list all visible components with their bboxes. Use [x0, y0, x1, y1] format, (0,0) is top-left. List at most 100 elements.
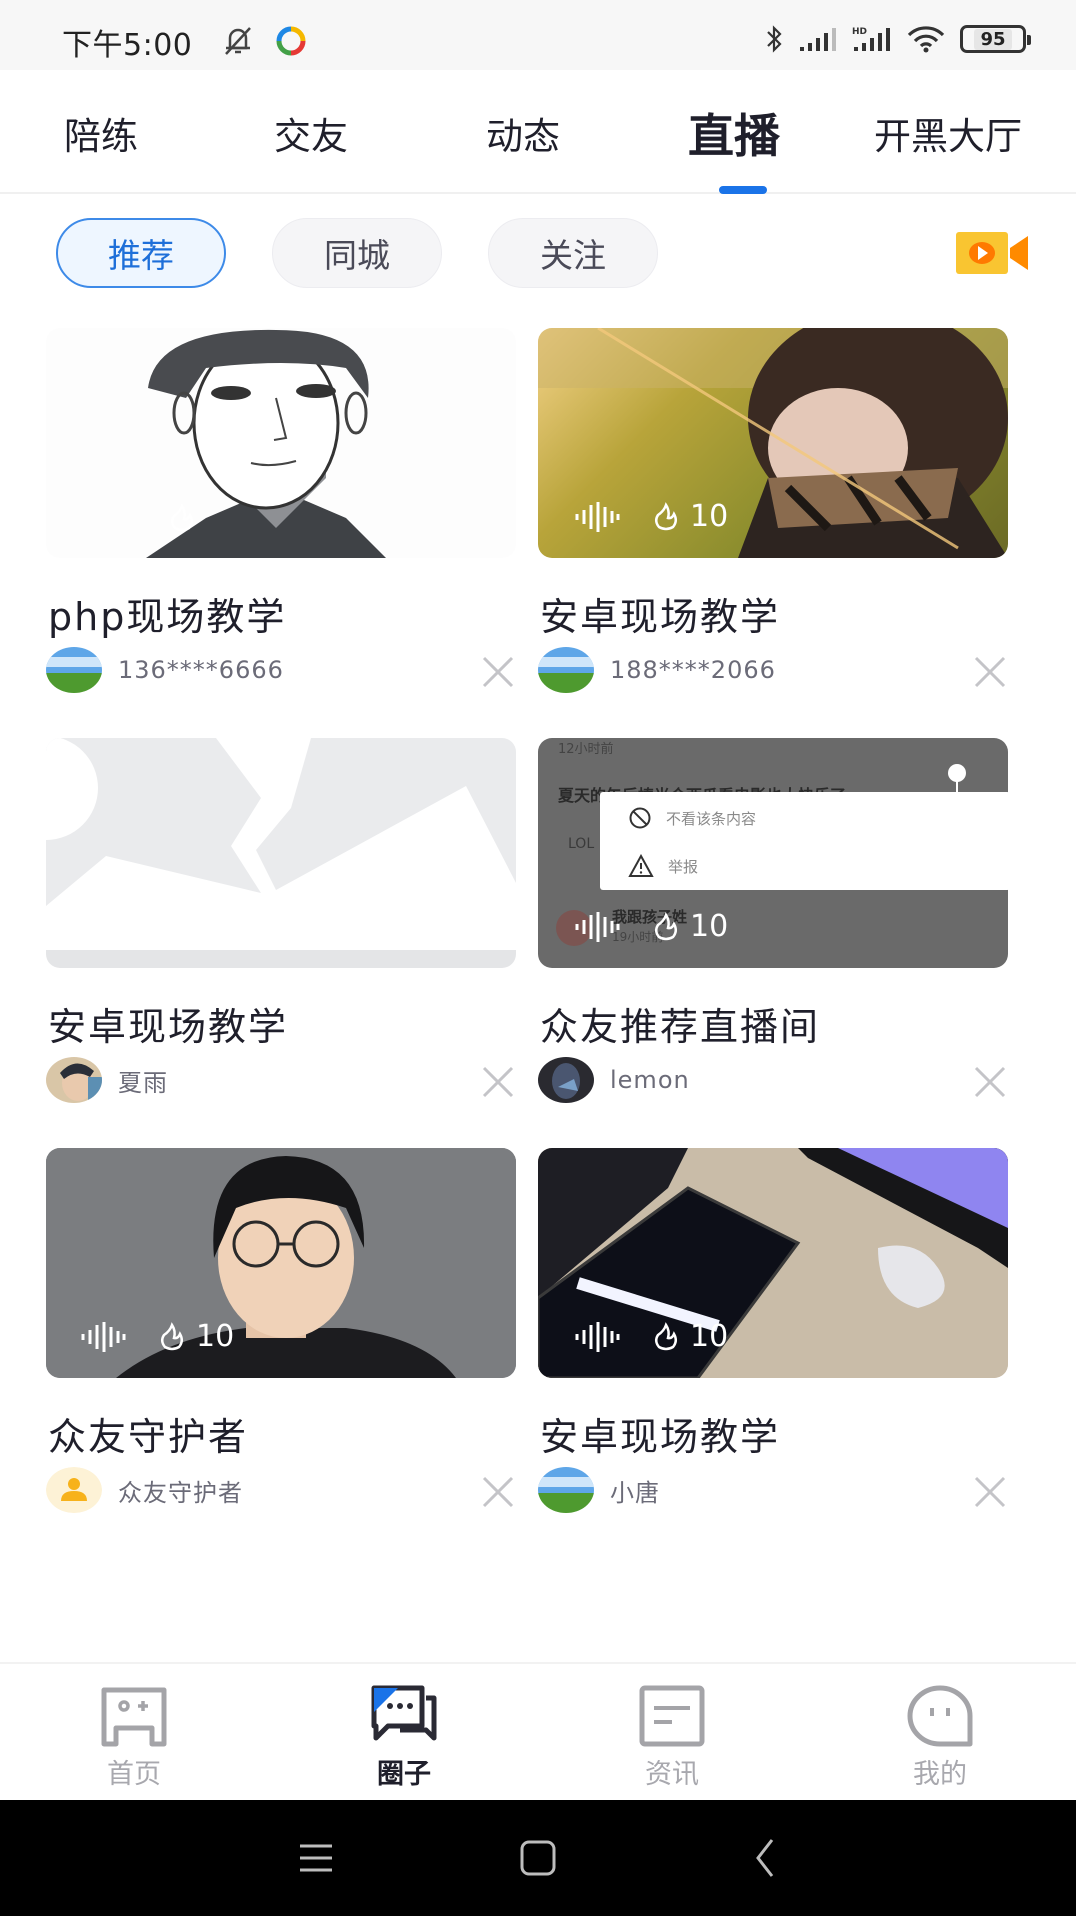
thumb-overlay — [82, 502, 198, 534]
live-card[interactable]: 安卓现场教学 夏雨 — [46, 738, 516, 1108]
author-name[interactable]: 188****2066 — [610, 656, 776, 684]
author-name[interactable]: 众友守护者 — [118, 1473, 243, 1508]
fire-icon — [161, 1321, 183, 1350]
nav-label: 我的 — [913, 1759, 967, 1790]
fire-icon — [655, 1321, 677, 1350]
news-icon — [639, 1685, 705, 1747]
nav-news[interactable]: 资讯 — [612, 1682, 732, 1792]
live-streaming-screen: 下午5:00 HD 95 陪练 交友 动态 直播 开黑大厅 推荐 同城 关注 p… — [0, 0, 1076, 1916]
filter-chips: 推荐 同城 关注 — [0, 218, 1076, 288]
heat-count: 10 — [156, 1319, 234, 1354]
dismiss-close-icon[interactable] — [480, 654, 516, 690]
card-title[interactable]: 安卓现场教学 — [540, 1406, 780, 1461]
menu-item-hide[interactable]: 不看该条内容 — [628, 806, 756, 830]
card-title[interactable]: php现场教学 — [48, 586, 286, 641]
fire-icon — [655, 911, 677, 940]
video-camera-icon[interactable] — [954, 228, 1030, 278]
nav-profile[interactable]: 我的 — [880, 1682, 1000, 1792]
status-bar: 下午5:00 HD 95 — [0, 0, 1076, 70]
dismiss-close-icon[interactable] — [972, 654, 1008, 690]
heat-count: 10 — [650, 909, 728, 944]
card-thumbnail[interactable]: 10 — [46, 1148, 516, 1378]
live-card[interactable]: 10 安卓现场教学 小唐 — [538, 1148, 1008, 1518]
author-name[interactable]: 夏雨 — [118, 1063, 168, 1098]
author-avatar[interactable] — [46, 1057, 102, 1103]
heat-value: 10 — [690, 1319, 729, 1354]
chip-following[interactable]: 关注 — [488, 218, 658, 288]
nav-circle[interactable]: 圈子 — [344, 1682, 464, 1792]
author-avatar[interactable] — [538, 1467, 594, 1513]
nav-label: 圈子 — [377, 1759, 431, 1790]
card-thumbnail[interactable]: 10 — [538, 1148, 1008, 1378]
dismiss-close-icon[interactable] — [972, 1474, 1008, 1510]
default-user-avatar[interactable] — [46, 1467, 102, 1513]
tab-dongtai[interactable]: 动态 — [486, 106, 560, 160]
card-thumbnail[interactable] — [46, 738, 516, 968]
live-card[interactable]: 10 众友守护者 众友守护者 — [46, 1148, 516, 1518]
author-avatar[interactable] — [46, 647, 102, 693]
card-meta: 众友守护者 — [46, 1464, 516, 1516]
nav-label: 首页 — [107, 1759, 161, 1790]
card-title[interactable]: 安卓现场教学 — [540, 586, 780, 641]
live-card[interactable]: 12小时前 夏天的午后捧光合西瓜看电影也大快乐了 LOL 不看该条内容 举报 我… — [538, 738, 1008, 1108]
dismiss-close-icon[interactable] — [480, 1474, 516, 1510]
nav-label: 资讯 — [645, 1759, 699, 1790]
live-card[interactable]: php现场教学 136****6666 — [46, 328, 516, 698]
card-title[interactable]: 众友推荐直播间 — [540, 996, 820, 1051]
author-name[interactable]: 136****6666 — [118, 656, 284, 684]
author-name[interactable]: 小唐 — [610, 1473, 660, 1508]
author-name[interactable]: lemon — [610, 1066, 690, 1094]
bluetooth-icon — [767, 25, 782, 53]
heat-count: 10 — [650, 1319, 728, 1354]
dismiss-close-icon[interactable] — [480, 1064, 516, 1100]
wifi-icon — [907, 26, 945, 53]
tab-kaihei-hall[interactable]: 开黑大厅 — [874, 106, 1022, 160]
heat-value: 10 — [690, 909, 729, 944]
thumb-overlay: 10 — [574, 499, 728, 534]
context-menu-popup: 不看该条内容 举报 — [600, 792, 1008, 890]
audio-wave-icon — [575, 911, 620, 942]
system-nav-bar — [0, 1800, 1076, 1916]
gamepad-icon — [101, 1687, 167, 1747]
thumb-overlay: 10 — [574, 909, 728, 944]
menu-icon[interactable] — [294, 1836, 338, 1880]
card-thumbnail[interactable]: 10 — [538, 328, 1008, 558]
audio-wave-icon — [575, 1321, 620, 1352]
author-avatar[interactable] — [538, 647, 594, 693]
hd-signal-icon: HD — [852, 27, 890, 51]
card-title[interactable]: 安卓现场教学 — [48, 996, 288, 1051]
heat-value: 10 — [690, 499, 729, 534]
thumb-overlay: 10 — [574, 1319, 728, 1354]
fire-icon — [655, 501, 677, 530]
menu-item-report[interactable]: 举报 — [628, 854, 698, 878]
top-tab-bar: 陪练 交友 动态 直播 开黑大厅 — [0, 70, 1076, 194]
tab-peilian[interactable]: 陪练 — [64, 106, 138, 160]
home-icon[interactable] — [516, 1836, 560, 1880]
card-meta: 夏雨 — [46, 1054, 516, 1106]
card-title[interactable]: 众友守护者 — [48, 1406, 248, 1461]
chat-bubbles-icon — [371, 1685, 437, 1741]
battery-level: 95 — [974, 28, 1012, 50]
placeholder-image-icon — [46, 738, 516, 968]
card-thumbnail[interactable]: 12小时前 夏天的午后捧光合西瓜看电影也大快乐了 LOL 不看该条内容 举报 我… — [538, 738, 1008, 968]
svg-text:HD: HD — [852, 27, 867, 37]
signal-icon — [800, 28, 836, 51]
thumb-post-time: 12小时前 — [558, 742, 614, 757]
author-avatar[interactable] — [538, 1057, 594, 1103]
tab-jiaoyou[interactable]: 交友 — [274, 106, 348, 160]
tab-zhibo[interactable]: 直播 — [688, 100, 780, 166]
card-thumbnail[interactable] — [46, 328, 516, 558]
dismiss-close-icon[interactable] — [972, 1064, 1008, 1100]
chip-recommend[interactable]: 推荐 — [56, 218, 226, 288]
live-card[interactable]: 10 安卓现场教学 188****2066 — [538, 328, 1008, 698]
back-icon[interactable] — [744, 1836, 788, 1880]
chip-same-city[interactable]: 同城 — [272, 218, 442, 288]
app-notification-icon — [276, 26, 306, 56]
card-meta: lemon — [538, 1054, 1008, 1106]
heat-count: 10 — [650, 499, 728, 534]
bottom-nav: 首页 圈子 资讯 我的 — [0, 1662, 1076, 1800]
heat-value: 10 — [196, 1319, 235, 1354]
nav-home[interactable]: 首页 — [74, 1682, 194, 1792]
fire-icon — [171, 503, 193, 532]
status-icons: HD 95 — [764, 22, 1031, 56]
